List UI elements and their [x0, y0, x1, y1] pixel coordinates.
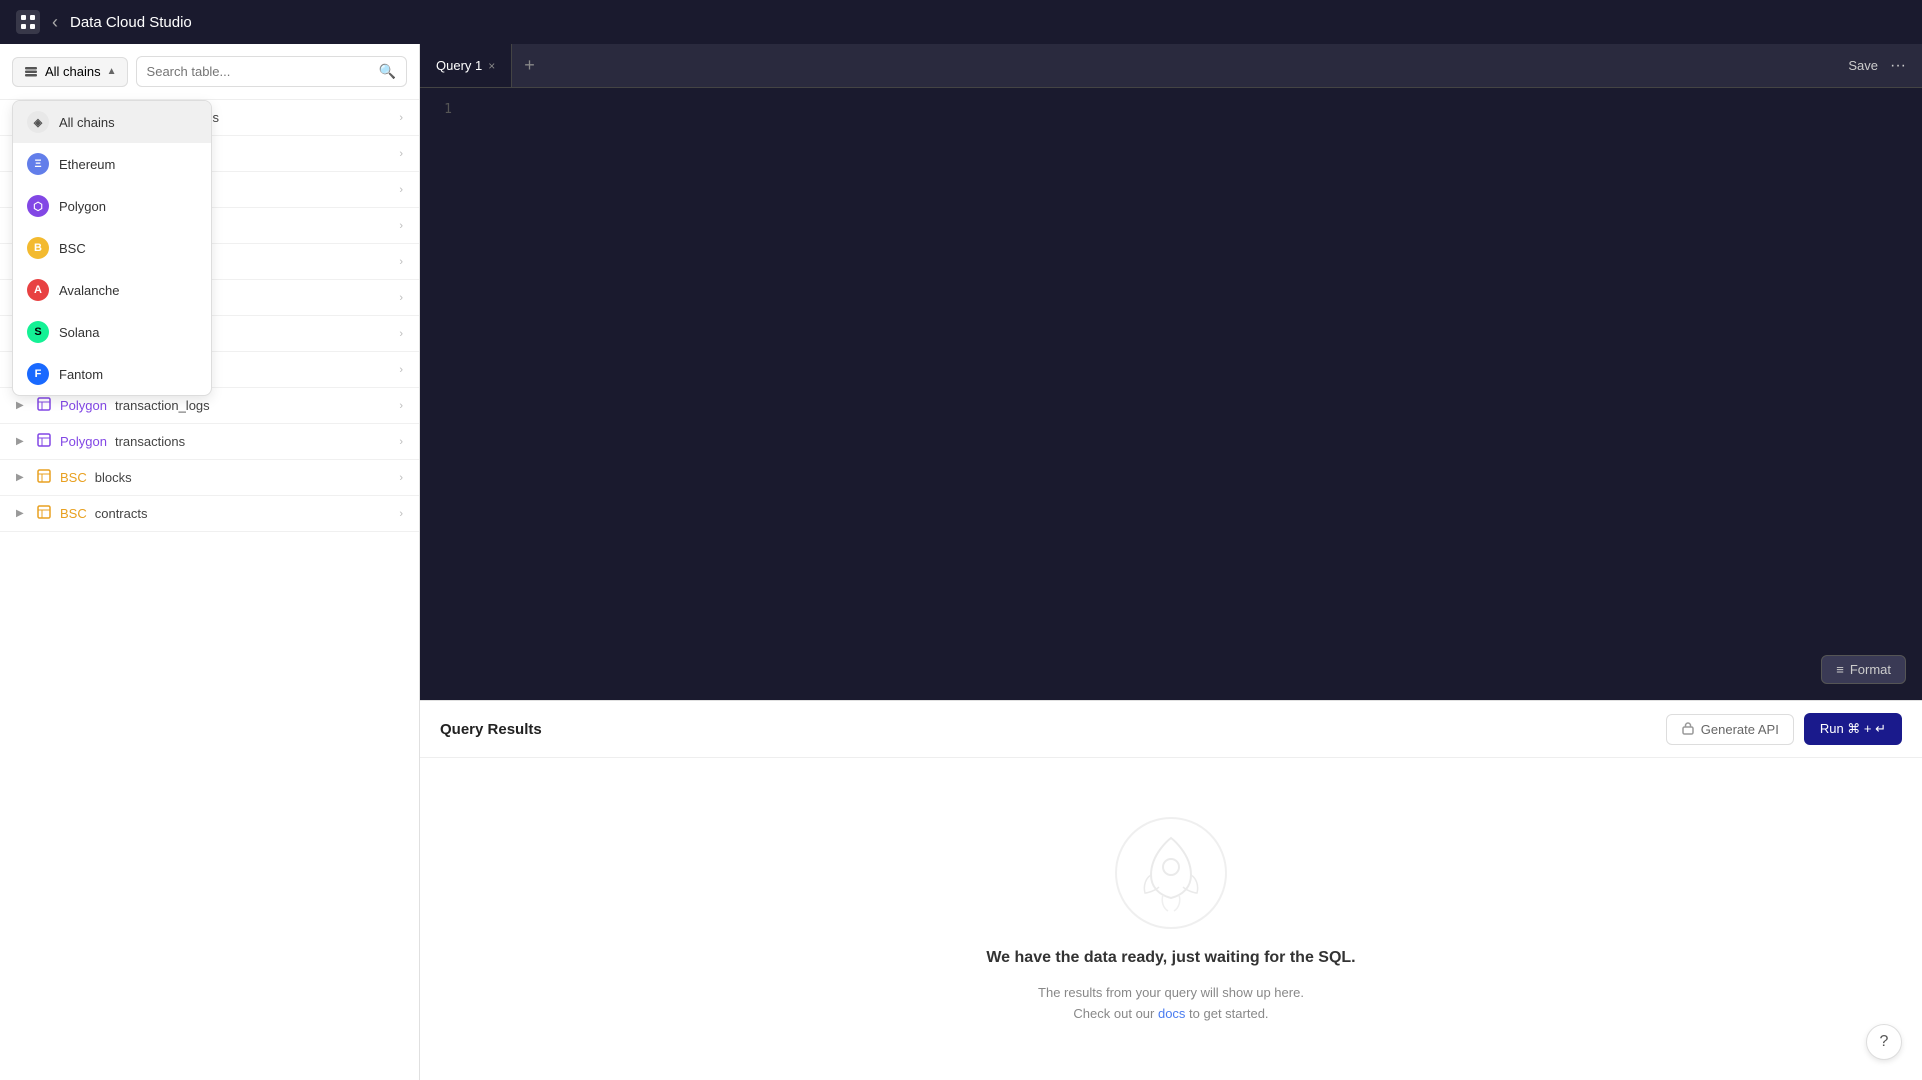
- docs-link[interactable]: docs: [1158, 1006, 1185, 1021]
- row-expand-arrow: ›: [399, 436, 403, 448]
- layers-icon: [23, 64, 39, 80]
- dropdown-item-polygon[interactable]: ⬡ Polygon: [13, 185, 211, 227]
- expand-arrow: ▶: [16, 436, 28, 447]
- add-tab-button[interactable]: +: [512, 44, 547, 87]
- row-expand-arrow: ›: [399, 472, 403, 484]
- empty-description: The results from your query will show up…: [1038, 983, 1304, 1025]
- results-title: Query Results: [440, 721, 1666, 738]
- chain-name: BSC: [60, 506, 87, 521]
- row-expand-arrow: ›: [399, 292, 403, 304]
- table-name: contracts: [95, 506, 148, 521]
- format-button[interactable]: ≡ Format: [1821, 655, 1906, 684]
- generate-api-label: Generate API: [1701, 722, 1779, 737]
- table-icon: [36, 433, 52, 450]
- search-icon: 🔍: [379, 63, 396, 80]
- results-area: Query Results Generate API Run ⌘ + ↵: [420, 700, 1922, 1080]
- results-header: Query Results Generate API Run ⌘ + ↵: [420, 701, 1922, 758]
- dropdown-item-avalanche[interactable]: A Avalanche: [13, 269, 211, 311]
- line-number-1: 1: [428, 100, 452, 121]
- dropdown-label-avalanche: Avalanche: [59, 283, 119, 298]
- query-tabs: Query 1 × + Save ···: [420, 44, 1922, 88]
- table-icon: [36, 469, 52, 486]
- row-expand-arrow: ›: [399, 148, 403, 160]
- chain-dot-ethereum: Ξ: [27, 153, 49, 175]
- row-expand-arrow: ›: [399, 364, 403, 376]
- dropdown-label-all: All chains: [59, 115, 115, 130]
- table-name: transaction_logs: [115, 398, 210, 413]
- query-tab-1[interactable]: Query 1 ×: [420, 44, 512, 87]
- format-icon: ≡: [1836, 662, 1844, 677]
- chain-name: Polygon: [60, 434, 107, 449]
- dropdown-item-all[interactable]: ◈ All chains: [13, 101, 211, 143]
- empty-desc-line3: to get started.: [1185, 1006, 1268, 1021]
- expand-arrow: ▶: [16, 508, 28, 519]
- help-button[interactable]: ?: [1866, 1024, 1902, 1060]
- tab-actions: Save ···: [1848, 57, 1922, 75]
- chain-dot-polygon: ⬡: [27, 195, 49, 217]
- dropdown-label-solana: Solana: [59, 325, 99, 340]
- table-name: blocks: [95, 470, 132, 485]
- chain-dot-bsc: B: [27, 237, 49, 259]
- row-expand-arrow: ›: [399, 328, 403, 340]
- dropdown-label-ethereum: Ethereum: [59, 157, 115, 172]
- empty-desc-line2: Check out our: [1073, 1006, 1158, 1021]
- chain-selector[interactable]: All chains ▲: [12, 57, 128, 87]
- chain-dot-avalanche: A: [27, 279, 49, 301]
- table-icon: [36, 397, 52, 414]
- editor-area: 1 ≡ Format: [420, 88, 1922, 700]
- chain-selector-label: All chains: [45, 64, 101, 79]
- expand-arrow: ▶: [16, 400, 28, 411]
- tab-label: Query 1: [436, 58, 482, 73]
- chain-dot-all: ◈: [27, 111, 49, 133]
- rocket-illustration: [1111, 813, 1231, 933]
- api-icon: [1681, 722, 1695, 736]
- back-button[interactable]: ‹: [52, 12, 58, 33]
- table-item[interactable]: ▶ Polygon transactions ›: [0, 424, 419, 460]
- row-expand-arrow: ›: [399, 508, 403, 520]
- line-numbers: 1: [420, 88, 460, 700]
- main-layout: All chains ▲ 🔍 ◈ All chains Ξ Ethereum ⬡…: [0, 44, 1922, 1080]
- row-expand-arrow: ›: [399, 256, 403, 268]
- empty-title: We have the data ready, just waiting for…: [986, 949, 1355, 967]
- table-item[interactable]: ▶ BSC blocks ›: [0, 460, 419, 496]
- run-button[interactable]: Run ⌘ + ↵: [1804, 713, 1902, 745]
- sql-editor[interactable]: [460, 88, 1922, 700]
- sidebar: All chains ▲ 🔍 ◈ All chains Ξ Ethereum ⬡…: [0, 44, 420, 1080]
- row-expand-arrow: ›: [399, 112, 403, 124]
- empty-state: We have the data ready, just waiting for…: [420, 758, 1922, 1080]
- chain-dot-fantom: F: [27, 363, 49, 385]
- dropdown-item-fantom[interactable]: F Fantom: [13, 353, 211, 395]
- table-icon: [36, 505, 52, 522]
- chain-selector-arrow: ▲: [107, 66, 117, 77]
- expand-arrow: ▶: [16, 472, 28, 483]
- save-button[interactable]: Save: [1848, 58, 1878, 73]
- dropdown-label-polygon: Polygon: [59, 199, 106, 214]
- chain-dropdown: ◈ All chains Ξ Ethereum ⬡ Polygon B BSC …: [12, 100, 212, 396]
- dropdown-item-solana[interactable]: S Solana: [13, 311, 211, 353]
- dropdown-item-bsc[interactable]: B BSC: [13, 227, 211, 269]
- table-name: transactions: [115, 434, 185, 449]
- row-expand-arrow: ›: [399, 400, 403, 412]
- generate-api-button[interactable]: Generate API: [1666, 714, 1794, 745]
- empty-desc-line1: The results from your query will show up…: [1038, 985, 1304, 1000]
- search-box: 🔍: [136, 56, 407, 87]
- chain-name: Polygon: [60, 398, 107, 413]
- row-expand-arrow: ›: [399, 184, 403, 196]
- dropdown-label-bsc: BSC: [59, 241, 86, 256]
- topbar: ‹ Data Cloud Studio: [0, 0, 1922, 44]
- dropdown-item-ethereum[interactable]: Ξ Ethereum: [13, 143, 211, 185]
- tab-close-button[interactable]: ×: [488, 59, 495, 73]
- table-item[interactable]: ▶ BSC contracts ›: [0, 496, 419, 532]
- app-title: Data Cloud Studio: [70, 14, 192, 31]
- app-icon: [16, 10, 40, 34]
- more-options-button[interactable]: ···: [1890, 57, 1906, 75]
- dropdown-label-fantom: Fantom: [59, 367, 103, 382]
- right-content: Query 1 × + Save ··· 1 ≡ Format Query Re…: [420, 44, 1922, 1080]
- sidebar-header: All chains ▲ 🔍: [0, 44, 419, 100]
- chain-name: BSC: [60, 470, 87, 485]
- chain-dot-solana: S: [27, 321, 49, 343]
- format-label: Format: [1850, 662, 1891, 677]
- search-input[interactable]: [147, 64, 373, 79]
- row-expand-arrow: ›: [399, 220, 403, 232]
